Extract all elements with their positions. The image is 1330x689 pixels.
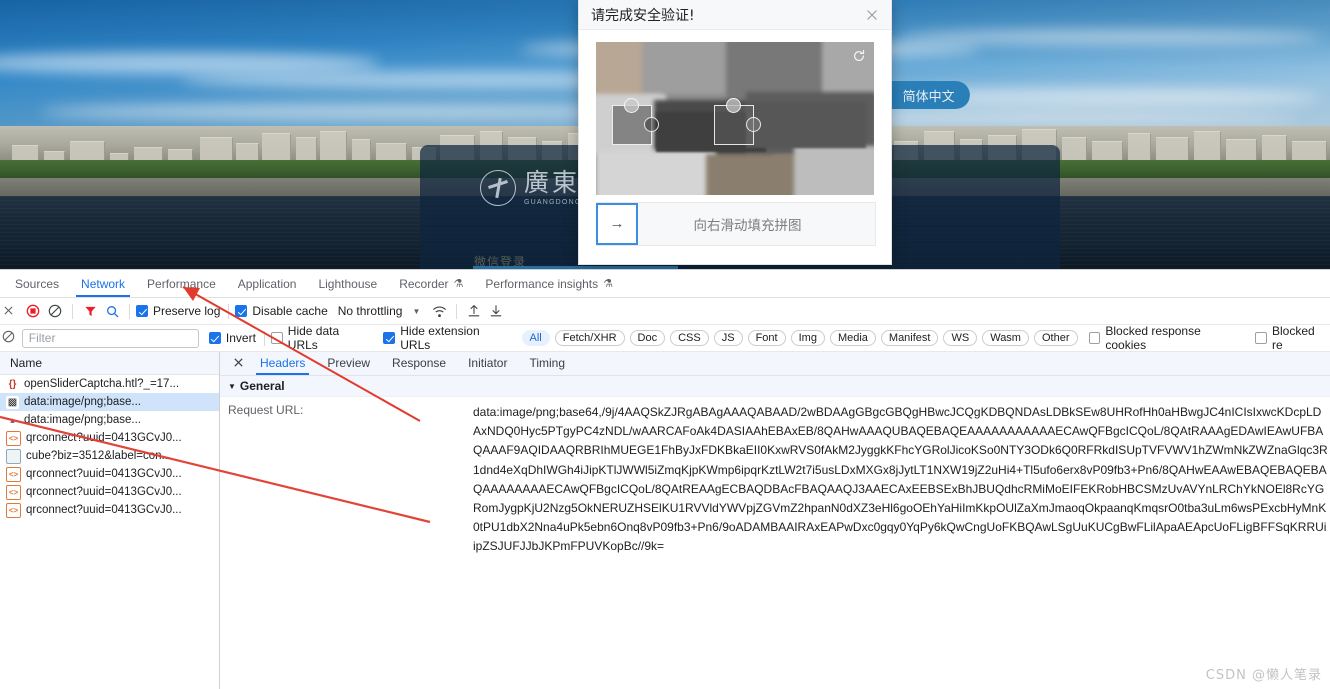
captcha-title: 请完成安全验证!: [591, 7, 695, 24]
annotation-arrow-2: [0, 415, 431, 524]
captcha-dialog-header: 请完成安全验证!: [579, 0, 891, 30]
captcha-slider-track[interactable]: → 向右滑动填充拼图: [596, 202, 876, 246]
site-logo: 廣東 GUANGDONG: [480, 170, 581, 206]
type-filter-media[interactable]: Media: [829, 330, 876, 346]
type-filter-other[interactable]: Other: [1033, 330, 1078, 346]
close-icon[interactable]: [865, 8, 879, 22]
blocked-requests-label: Blocked re: [1272, 324, 1315, 352]
captcha-dialog: 请完成安全验证! → 向右滑动填充拼图: [578, 0, 892, 265]
puzzle-piece[interactable]: [714, 98, 761, 145]
captcha-slider-handle[interactable]: →: [596, 202, 638, 245]
type-filter-img[interactable]: Img: [790, 330, 825, 346]
type-filter-ws[interactable]: WS: [943, 330, 978, 346]
type-filter-js[interactable]: JS: [713, 330, 743, 346]
logo-text-cn: 廣東: [524, 168, 581, 197]
type-filter-font[interactable]: Font: [747, 330, 786, 346]
puzzle-hole: [612, 98, 659, 145]
type-filter-wasm[interactable]: Wasm: [982, 330, 1029, 346]
captcha-dialog-body: → 向右滑动填充拼图: [579, 30, 891, 246]
logo-text-en: GUANGDONG: [524, 199, 582, 206]
lang-option-chinese[interactable]: 简体中文: [887, 81, 970, 109]
blocked-response-cookies-label: Blocked response cookies: [1105, 324, 1201, 352]
checkbox-icon: [1255, 332, 1268, 344]
blocked-requests-checkbox[interactable]: Blocked re: [1255, 324, 1328, 352]
checkbox-icon: [1088, 332, 1101, 344]
blocked-response-cookies-checkbox[interactable]: Blocked response cookies: [1088, 324, 1244, 352]
captcha-slider-hint: 向右滑动填充拼图: [693, 218, 802, 234]
captcha-puzzle-image: [596, 42, 874, 195]
refresh-icon[interactable]: [852, 49, 866, 63]
arrow-right-icon: →: [609, 215, 625, 232]
logo-mark-icon: [480, 170, 516, 206]
type-filter-manifest[interactable]: Manifest: [880, 330, 939, 346]
